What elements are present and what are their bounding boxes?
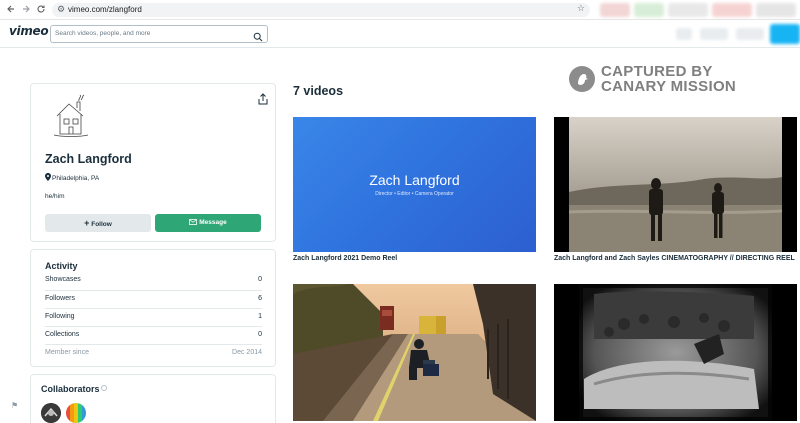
profile-pronouns: he/him — [45, 193, 65, 200]
extension-icon[interactable] — [756, 3, 796, 17]
search-placeholder: Search videos, people, and more — [55, 30, 151, 37]
activity-value: 0 — [258, 331, 262, 338]
address-bar[interactable]: ⚙ vimeo.com/zlangford ☆ — [52, 3, 590, 17]
activity-label: Member since — [45, 349, 89, 356]
video-title[interactable]: Zach Langford 2021 Demo Reel — [293, 255, 397, 262]
activity-row-member-since: Member since Dec 2014 — [45, 344, 262, 361]
collaborator-avatar[interactable] — [66, 403, 86, 423]
header-nav-item[interactable] — [700, 28, 728, 40]
activity-row-showcases[interactable]: Showcases 0 — [45, 272, 262, 289]
search-input[interactable]: Search videos, people, and more — [50, 25, 268, 43]
activity-row-collections[interactable]: Collections 0 — [45, 326, 262, 343]
video-thumbnail[interactable] — [293, 284, 536, 421]
profile-name: Zach Langford — [45, 152, 132, 166]
plus-icon: + — [84, 218, 90, 228]
site-header: vimeo Search videos, people, and more — [0, 20, 800, 48]
extension-icon[interactable] — [600, 3, 630, 17]
header-nav-item[interactable] — [676, 28, 692, 40]
extension-icon[interactable] — [634, 3, 664, 17]
site-settings-icon[interactable]: ⚙ — [57, 4, 65, 15]
activity-value: 0 — [258, 276, 262, 283]
share-icon[interactable] — [257, 92, 269, 105]
vimeo-logo[interactable]: vimeo — [9, 24, 49, 38]
location-text: Philadelphia, PA — [52, 175, 100, 182]
activity-row-following[interactable]: Following 1 — [45, 308, 262, 325]
message-button[interactable]: Message — [155, 214, 261, 232]
activity-label: Following — [45, 313, 75, 320]
collaborators-title-text: Collaborators — [41, 384, 100, 394]
watermark-text: CAPTURED BY CANARY MISSION — [601, 64, 736, 94]
video-thumbnail[interactable] — [554, 284, 797, 421]
profile-location: Philadelphia, PA — [45, 173, 99, 182]
activity-label: Showcases — [45, 276, 81, 283]
profile-card: Zach Langford Philadelphia, PA he/him + … — [30, 83, 276, 242]
activity-card: Activity Showcases 0 Followers 6 Followi… — [30, 249, 276, 367]
search-icon[interactable] — [253, 29, 263, 42]
flag-icon[interactable]: ⚑ — [11, 401, 18, 410]
arrow-right-icon[interactable] — [20, 4, 32, 16]
activity-title: Activity — [45, 261, 78, 271]
header-cta-button[interactable] — [770, 24, 800, 44]
watermark-line-2: CANARY MISSION — [601, 78, 737, 95]
video-count: 7 videos — [293, 84, 344, 98]
collaborators-card: Collaborators — [30, 374, 276, 423]
extension-icon[interactable] — [712, 3, 752, 17]
activity-value: 1 — [258, 313, 262, 320]
collaborator-avatar[interactable] — [41, 403, 61, 423]
envelope-icon — [189, 215, 198, 233]
watermark-line-1: CAPTURED BY — [601, 63, 713, 80]
header-nav-item[interactable] — [736, 28, 764, 40]
activity-label: Followers — [45, 295, 75, 302]
canary-logo-icon — [569, 66, 595, 92]
video-title[interactable]: Zach Langford and Zach Sayles CINEMATOGR… — [554, 255, 795, 262]
follow-button[interactable]: + Follow — [45, 214, 151, 232]
thumbnail-title: Zach Langford — [369, 172, 460, 188]
video-thumbnail[interactable]: Zach Langford Director • Editor • Camera… — [293, 117, 536, 252]
extension-icon[interactable] — [668, 3, 708, 17]
activity-value: Dec 2014 — [232, 349, 262, 356]
collaborators-title: Collaborators — [41, 384, 107, 394]
follow-label: Follow — [91, 221, 112, 228]
browser-toolbar: ⚙ vimeo.com/zlangford ☆ — [0, 0, 800, 20]
video-thumbnail[interactable] — [554, 117, 797, 252]
avatar — [51, 94, 91, 142]
canary-mission-watermark: CAPTURED BY CANARY MISSION — [569, 64, 759, 96]
message-label: Message — [199, 219, 227, 226]
arrow-left-icon[interactable] — [5, 4, 17, 16]
activity-label: Collections — [45, 331, 80, 338]
bookmark-star-icon[interactable]: ☆ — [577, 3, 585, 14]
activity-row-followers[interactable]: Followers 6 — [45, 290, 262, 307]
activity-value: 6 — [258, 295, 262, 302]
url-text: vimeo.com/zlangford — [68, 5, 142, 14]
thumbnail-subtitle: Director • Editor • Camera Operator — [375, 191, 454, 197]
info-icon[interactable] — [100, 385, 107, 391]
location-pin-icon — [45, 173, 51, 181]
reload-icon[interactable] — [35, 4, 47, 16]
